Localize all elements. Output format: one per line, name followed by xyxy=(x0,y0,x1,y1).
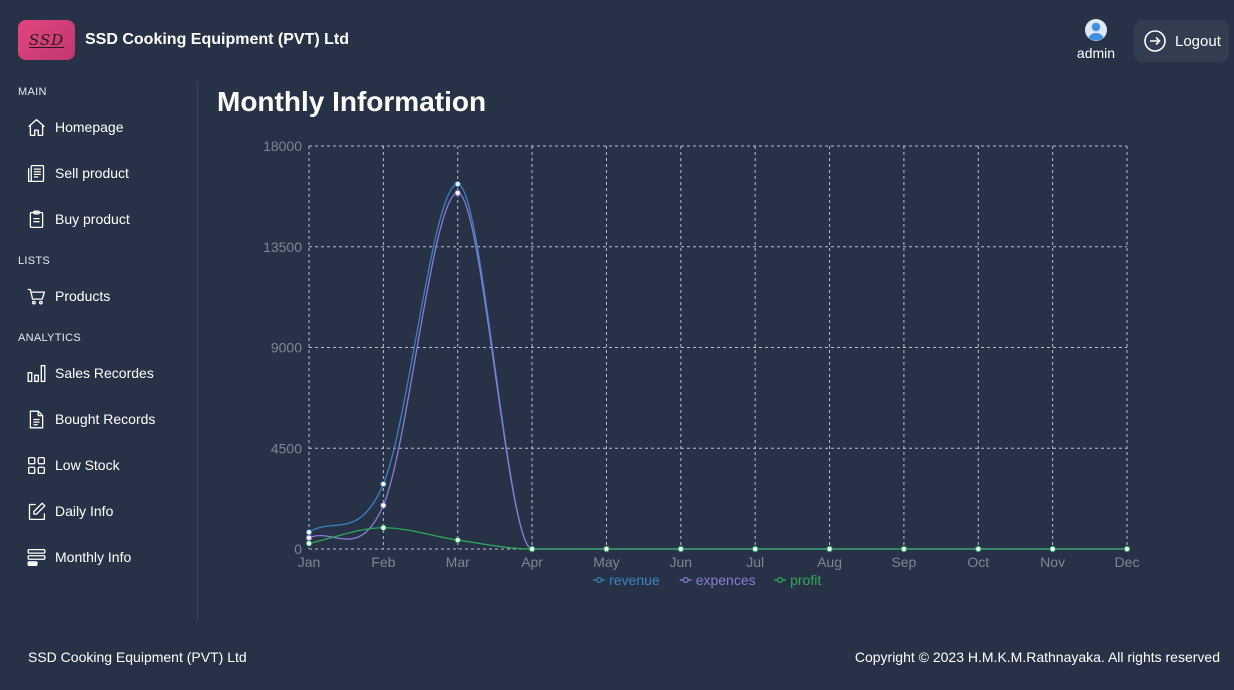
top-bar: SSD SSD Cooking Equipment (PVT) Ltd admi… xyxy=(0,0,1234,80)
logout-button[interactable]: Logout xyxy=(1134,20,1229,62)
list-icon xyxy=(27,548,46,566)
y-tick-label: 13500 xyxy=(263,239,302,255)
x-tick-label: Apr xyxy=(521,554,543,570)
home-icon xyxy=(28,118,45,136)
sidebar-item-bought-records[interactable]: Bought Records xyxy=(26,407,155,431)
data-point-revenue xyxy=(454,180,461,188)
user-name: admin xyxy=(1076,45,1116,61)
sidebar-item-label: Products xyxy=(55,288,111,304)
legend-marker-expences xyxy=(682,577,689,584)
sidebar-item-label: Buy product xyxy=(55,211,130,227)
cart-icon xyxy=(27,288,46,305)
sidebar-item-products[interactable]: Products xyxy=(26,284,110,308)
data-point-profit xyxy=(1123,545,1131,553)
sidebar-item-homepage[interactable]: Homepage xyxy=(26,115,124,139)
logout-label: Logout xyxy=(1175,32,1221,50)
data-point-profit xyxy=(1049,545,1056,553)
clipboard-icon xyxy=(29,210,44,228)
sidebar-item-low-stock[interactable]: Low Stock xyxy=(26,453,120,477)
sidebar-item-label: Daily Info xyxy=(55,503,114,519)
sidebar-item-daily-info[interactable]: Daily Info xyxy=(26,499,113,523)
x-tick-label: Nov xyxy=(1040,554,1065,570)
x-tick-label: Sep xyxy=(891,554,916,570)
y-tick-label: 9000 xyxy=(271,340,302,356)
sidebar-item-label: Bought Records xyxy=(55,411,156,427)
data-point-profit xyxy=(752,545,759,553)
x-tick-label: May xyxy=(593,554,619,570)
sidebar-item-sell-product[interactable]: Sell product xyxy=(26,161,129,185)
sidebar-divider xyxy=(197,82,198,620)
edit-icon xyxy=(28,502,46,520)
data-point-profit xyxy=(528,545,536,553)
company-logo[interactable]: SSD xyxy=(18,20,75,60)
data-point-profit xyxy=(305,540,313,547)
sidebar-item-buy-product[interactable]: Buy product xyxy=(26,207,130,231)
y-tick-label: 18000 xyxy=(263,138,302,154)
data-point-profit xyxy=(826,545,833,553)
sidebar-item-label: Low Stock xyxy=(55,457,120,473)
data-point-profit xyxy=(975,545,982,553)
x-tick-label: Jun xyxy=(670,554,693,570)
sidebar-item-label: Sell product xyxy=(55,165,129,181)
legend-label-profit: profit xyxy=(790,572,821,588)
data-point-expences xyxy=(380,502,387,509)
data-point-profit xyxy=(380,524,387,531)
y-tick-label: 4500 xyxy=(271,440,302,456)
sidebar-item-label: Sales Recordes xyxy=(55,365,154,381)
data-point-expences xyxy=(305,534,313,541)
legend-label-revenue: revenue xyxy=(609,572,660,588)
data-point-expences xyxy=(454,189,461,197)
receipt-icon xyxy=(27,164,45,182)
data-point-profit xyxy=(677,545,684,553)
data-point-revenue xyxy=(305,529,313,536)
footer-copyright: Copyright © 2023 H.M.K.M.Rathnayaka. All… xyxy=(854,649,1220,665)
data-point-profit xyxy=(900,545,908,553)
logo-text: SSD xyxy=(28,30,65,49)
x-tick-label: Dec xyxy=(1115,554,1140,570)
x-tick-label: Feb xyxy=(371,554,395,570)
data-point-revenue xyxy=(380,480,387,488)
user-menu[interactable]: admin xyxy=(1070,18,1122,61)
company-name: SSD Cooking Equipment (PVT) Ltd xyxy=(85,31,349,48)
sidebar: MAIN Homepage Sell product Buy product L… xyxy=(0,80,197,620)
sidebar-item-label: Monthly Info xyxy=(55,549,132,565)
user-avatar-icon xyxy=(1085,19,1107,41)
bar-chart-icon xyxy=(27,364,46,382)
sidebar-item-label: Homepage xyxy=(55,119,124,135)
x-tick-label: Jul xyxy=(746,554,764,570)
data-point-profit xyxy=(603,545,610,553)
sidebar-item-monthly-info[interactable]: Monthly Info xyxy=(26,545,131,569)
footer-company: SSD Cooking Equipment (PVT) Ltd xyxy=(28,649,247,665)
section-label-lists: LISTS xyxy=(18,255,51,267)
document-icon xyxy=(29,410,44,428)
section-label-analytics: ANALYTICS xyxy=(18,332,82,344)
page-title: Monthly Information xyxy=(217,86,487,117)
series-line-revenue xyxy=(308,183,1127,550)
data-point-profit xyxy=(454,536,461,544)
logout-icon xyxy=(1144,30,1166,52)
monthly-chart: 0 4500 9000 13500 18000 Jan Feb Mar Apr May Jun Jul… xyxy=(220,125,1160,605)
legend-marker-revenue xyxy=(596,577,603,584)
series-line-profit xyxy=(308,527,1127,550)
sidebar-item-sales-recordes[interactable]: Sales Recordes xyxy=(26,361,154,385)
x-tick-label: Oct xyxy=(967,554,989,570)
x-tick-label: Mar xyxy=(446,554,470,570)
section-label-main: MAIN xyxy=(18,86,47,98)
legend-marker-profit xyxy=(777,577,784,584)
monthly-line-chart: 0450090001350018000Jan Feb Mar Apr May Jun Jul… xyxy=(263,138,1140,588)
x-tick-label: Jan xyxy=(298,554,321,570)
legend-label-expences: expences xyxy=(696,572,756,588)
x-tick-label: Aug xyxy=(817,554,842,570)
grid-icon xyxy=(27,456,46,474)
